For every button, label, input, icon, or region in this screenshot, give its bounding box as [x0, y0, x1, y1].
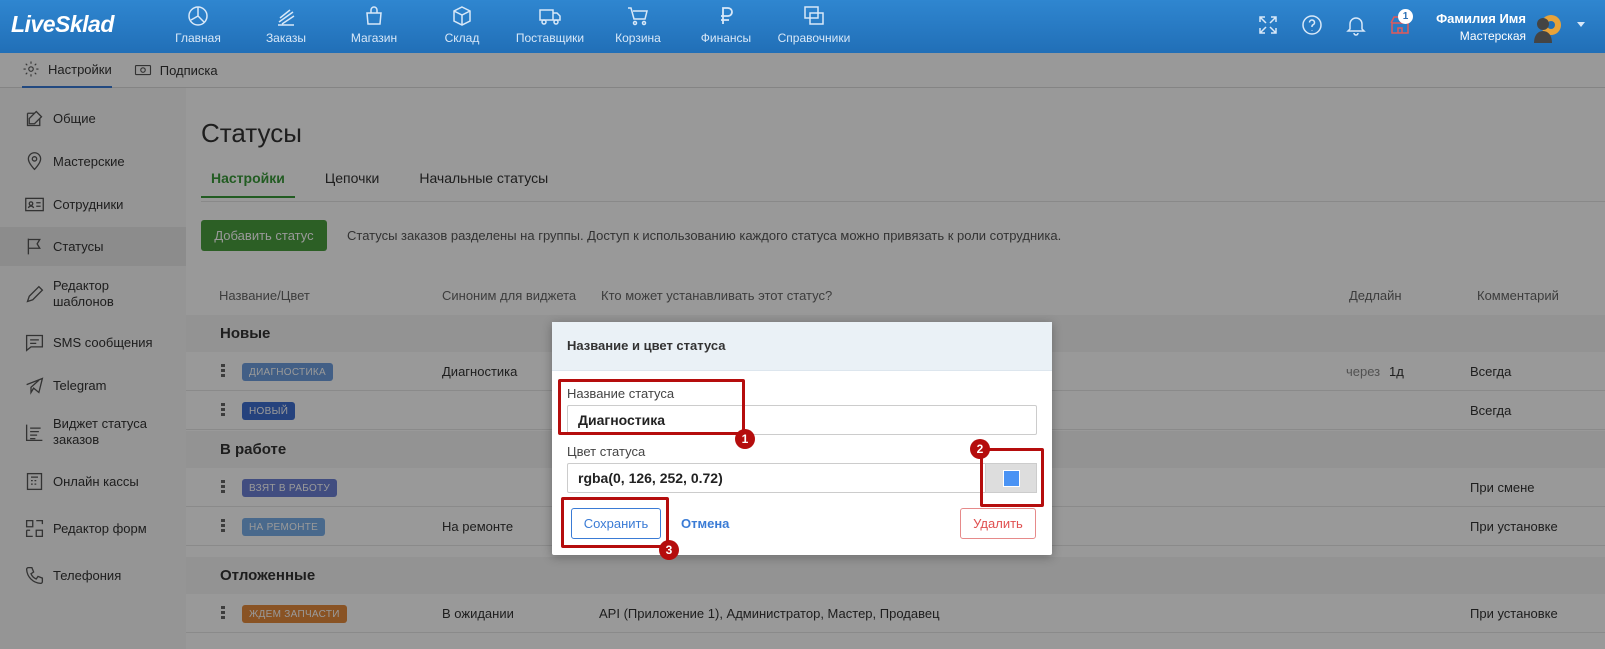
expand-icon	[1259, 16, 1277, 34]
annotation-marker-1: 1	[735, 429, 755, 449]
main-nav: Главная Заказы Магазин Склад Поставщики …	[154, 0, 858, 53]
nav-label: Корзина	[615, 31, 661, 45]
annotation-frame-1	[558, 379, 745, 435]
box-icon	[453, 6, 471, 26]
truck-icon	[539, 9, 561, 25]
nav-label: Магазин	[350, 31, 398, 45]
nav-label: Поставщики	[515, 31, 585, 45]
user-role: Мастерская	[1459, 29, 1526, 43]
nav-label: Заказы	[265, 31, 307, 45]
annotation-marker-2: 2	[970, 439, 990, 459]
nav-suppliers[interactable]: Поставщики	[506, 0, 594, 53]
nav-label: Главная	[175, 31, 221, 45]
nav-home[interactable]: Главная	[154, 0, 242, 53]
chevron-down-icon[interactable]	[1577, 22, 1585, 27]
delete-button[interactable]: Удалить	[960, 508, 1036, 539]
annotation-frame-3	[561, 497, 669, 548]
user-name: Фамилия Имя	[1436, 11, 1526, 26]
user-info[interactable]: Фамилия Имя Мастерская	[1420, 11, 1526, 43]
color-label: Цвет статуса	[567, 444, 646, 459]
nav-reference[interactable]: Справочники	[770, 0, 858, 53]
help-icon	[1302, 15, 1322, 35]
nav-finance[interactable]: Финансы	[682, 0, 770, 53]
nav-label: Справочники	[777, 31, 851, 45]
notification-badge: 1	[1398, 9, 1413, 24]
help-button[interactable]	[1290, 13, 1334, 39]
nav-label: Склад	[444, 31, 480, 45]
modal-title: Название и цвет статуса	[552, 322, 1052, 371]
cart-icon	[628, 7, 648, 26]
shop-icon	[366, 6, 382, 25]
ruble-icon	[721, 7, 733, 24]
top-bar: LiveSklad Главная Заказы Магазин Склад П…	[0, 0, 1605, 53]
cancel-button[interactable]: Отмена	[681, 516, 729, 531]
reference-icon	[804, 6, 824, 25]
header-actions	[1246, 13, 1422, 39]
dashboard-icon	[188, 6, 208, 26]
avatar-icon[interactable]	[1532, 11, 1564, 43]
notifications-button[interactable]	[1334, 13, 1378, 39]
annotation-frame-2	[980, 448, 1044, 507]
annotation-marker-3: 3	[659, 540, 679, 560]
nav-shop[interactable]: Магазин	[330, 0, 418, 53]
nav-orders[interactable]: Заказы	[242, 0, 330, 53]
nav-cart[interactable]: Корзина	[594, 0, 682, 53]
status-color-input[interactable]	[567, 463, 987, 493]
fullscreen-button[interactable]	[1246, 13, 1290, 39]
bell-icon	[1346, 17, 1366, 36]
app-logo[interactable]: LiveSklad	[11, 11, 114, 38]
orders-icon	[278, 9, 295, 26]
nav-label: Финансы	[700, 31, 752, 45]
nav-warehouse[interactable]: Склад	[418, 0, 506, 53]
